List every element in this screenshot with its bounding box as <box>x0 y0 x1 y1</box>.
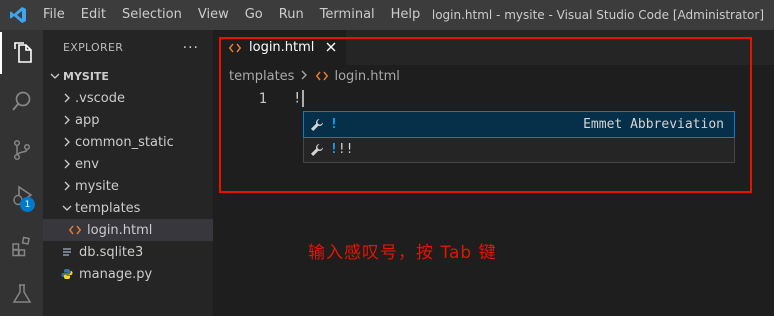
python-file-icon <box>59 268 75 280</box>
menu-bar: File Edit Selection View Go Run Terminal… <box>35 0 428 30</box>
testing-icon[interactable] <box>0 273 43 315</box>
chevron-down-icon <box>47 71 63 81</box>
tree-item-label: db.sqlite3 <box>79 244 144 260</box>
tree-item-mysite[interactable]: mysite <box>43 175 213 197</box>
chevron-right-icon <box>59 159 75 169</box>
chevron-right-icon <box>59 115 75 125</box>
tree-item-label: app <box>75 112 100 128</box>
annotation-text: 输入感叹号，按 Tab 键 <box>308 243 497 263</box>
debug-badge: 1 <box>20 197 35 212</box>
tree-item-env[interactable]: env <box>43 153 213 175</box>
explorer-header: EXPLORER ··· <box>43 30 213 65</box>
extensions-icon[interactable] <box>0 225 43 267</box>
tree-item-db-sqlite3[interactable]: db.sqlite3 <box>43 241 213 263</box>
window-title: login.html - mysite - Visual Studio Code… <box>431 8 764 22</box>
chevron-right-icon <box>59 137 75 147</box>
source-control-icon[interactable] <box>0 129 43 171</box>
chevron-right-icon <box>59 93 75 103</box>
tree-item-label: env <box>75 156 99 172</box>
tree-item-vscode[interactable]: .vscode <box>43 87 213 109</box>
more-actions-icon[interactable]: ··· <box>183 40 199 56</box>
menu-selection[interactable]: Selection <box>114 0 190 30</box>
run-debug-icon[interactable]: 1 <box>0 175 43 217</box>
tree-item-label: .vscode <box>75 90 125 106</box>
tree-item-login-html[interactable]: login.html <box>43 219 213 241</box>
menu-file[interactable]: File <box>35 0 73 30</box>
workspace-root-label: MYSITE <box>63 69 109 83</box>
tree-item-label: common_static <box>75 134 174 150</box>
tree-item-label: manage.py <box>79 266 153 282</box>
files-icon[interactable] <box>0 32 43 74</box>
tree-item-common-static[interactable]: common_static <box>43 131 213 153</box>
activity-bar: 1 <box>0 30 43 316</box>
explorer-panel: EXPLORER ··· MYSITE .vscode app common_s… <box>43 30 213 316</box>
html-file-icon <box>67 225 83 235</box>
menu-edit[interactable]: Edit <box>73 0 114 30</box>
tree-item-label: templates <box>75 200 141 216</box>
search-icon[interactable] <box>0 80 43 122</box>
title-bar: File Edit Selection View Go Run Terminal… <box>0 0 774 30</box>
chevron-down-icon <box>59 203 75 213</box>
tree-item-label: login.html <box>87 222 153 238</box>
highlight-box <box>219 37 752 193</box>
vscode-logo-icon <box>0 0 35 30</box>
file-lines-icon <box>59 247 75 257</box>
tree-item-app[interactable]: app <box>43 109 213 131</box>
menu-go[interactable]: Go <box>237 0 271 30</box>
tree-item-templates[interactable]: templates <box>43 197 213 219</box>
chevron-right-icon <box>59 181 75 191</box>
menu-view[interactable]: View <box>190 0 237 30</box>
explorer-title: EXPLORER <box>63 41 124 54</box>
menu-terminal[interactable]: Terminal <box>312 0 383 30</box>
tree-item-label: mysite <box>75 178 119 194</box>
workspace-root[interactable]: MYSITE <box>43 65 213 87</box>
menu-run[interactable]: Run <box>271 0 312 30</box>
tree-item-manage-py[interactable]: manage.py <box>43 263 213 285</box>
menu-help[interactable]: Help <box>383 0 429 30</box>
